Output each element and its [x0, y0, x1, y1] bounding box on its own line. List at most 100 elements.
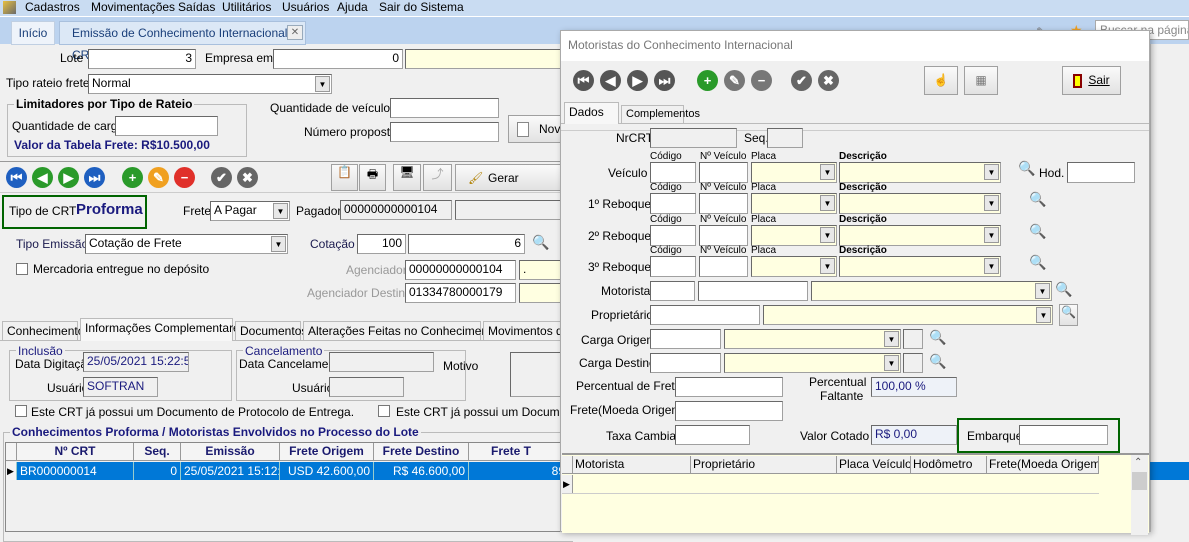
frete-select[interactable]: A Pagar ▼	[210, 201, 290, 221]
pointer-button[interactable]: ☝	[924, 66, 958, 95]
chevron-down-icon[interactable]: ▼	[820, 258, 835, 274]
chevron-down-icon[interactable]: ▼	[984, 258, 999, 274]
search-icon[interactable]: 🔍	[1029, 191, 1046, 208]
hodometro-input[interactable]	[1067, 162, 1135, 183]
col-seq[interactable]: Seq.	[134, 443, 181, 461]
first-record-icon[interactable]: ⏮	[573, 70, 594, 91]
reboque-3-codigo-input[interactable]	[650, 256, 696, 277]
motorista-code-input[interactable]	[650, 281, 695, 301]
frete-moeda-input[interactable]	[675, 401, 783, 421]
search-icon[interactable]: 🔍	[929, 329, 946, 346]
col-proprietario[interactable]: Proprietário	[691, 456, 837, 474]
last-record-icon[interactable]: ⏭	[654, 70, 675, 91]
rateio-select[interactable]: Normal ▼	[88, 74, 332, 94]
chevron-down-icon[interactable]: ▼	[984, 195, 999, 211]
reboque-1-descricao-select[interactable]: ▼	[839, 193, 1001, 214]
menu-saidas[interactable]: Saídas	[178, 0, 215, 14]
tab-informacoes-complementares[interactable]: Informações Complementares	[80, 318, 246, 341]
reboque-1-placa-select[interactable]: ▼	[751, 193, 837, 214]
add-icon[interactable]: +	[122, 167, 143, 188]
proprietario-search-button[interactable]: 🔍	[1059, 304, 1078, 326]
next-record-icon[interactable]: ▶	[627, 70, 648, 91]
col-frete-origem[interactable]: Frete Origem	[280, 443, 374, 461]
add-icon[interactable]: +	[697, 70, 718, 91]
veiculo-codigo-input[interactable]	[650, 162, 696, 183]
col-frete-destino[interactable]: Frete Destino	[374, 443, 469, 461]
first-record-icon[interactable]: ⏮	[6, 167, 27, 188]
tab-complementos[interactable]: Complementos	[621, 105, 700, 123]
reboque-3-placa-select[interactable]: ▼	[751, 256, 837, 277]
col-hodometro[interactable]: Hodômetro	[911, 456, 987, 474]
perc-frete-input[interactable]	[675, 377, 783, 397]
motorista-doc-input[interactable]	[698, 281, 808, 301]
tab-inicio[interactable]: Início	[11, 21, 55, 45]
chevron-down-icon[interactable]: ▼	[271, 236, 286, 252]
mercadoria-checkbox[interactable]	[16, 263, 28, 275]
tab-dados[interactable]: Dados	[564, 102, 619, 124]
scroll-up-icon[interactable]: ⌃	[1134, 457, 1142, 468]
protocolo-checkbox[interactable]	[15, 405, 27, 417]
confirm-icon[interactable]: ✔	[791, 70, 812, 91]
chevron-down-icon[interactable]: ▼	[315, 76, 330, 92]
close-tab-icon[interactable]: ✕	[287, 25, 303, 40]
chevron-down-icon[interactable]: ▼	[273, 203, 288, 219]
reboque-3-descricao-select[interactable]: ▼	[839, 256, 1001, 277]
embarque-input[interactable]	[1019, 425, 1108, 445]
cancel-icon[interactable]: ✖	[818, 70, 839, 91]
chevron-down-icon[interactable]: ▼	[1035, 283, 1050, 299]
last-record-icon[interactable]: ⏭	[84, 167, 105, 188]
export-button[interactable]: 📋	[331, 164, 358, 191]
menu-usuarios[interactable]: Usuários	[282, 0, 329, 14]
sair-button[interactable]: Sair	[1062, 66, 1121, 95]
search-icon[interactable]: 🔍	[1018, 160, 1035, 177]
carga-destino-select[interactable]: ▼	[724, 353, 901, 373]
tab-crt[interactable]: Emissão de Conhecimento Internacional - …	[59, 21, 306, 62]
reboque-2-nveiculo-input[interactable]	[699, 225, 748, 246]
menu-sair[interactable]: Sair do Sistema	[379, 0, 464, 14]
agenciador-destino-field[interactable]: 01334780000179	[405, 283, 516, 303]
taxa-cambial-input[interactable]	[675, 425, 750, 445]
reboque-3-nveiculo-input[interactable]	[699, 256, 748, 277]
tab-conhecimento[interactable]: Conhecimento	[2, 321, 84, 340]
chevron-down-icon[interactable]: ▼	[820, 227, 835, 243]
disabled-button[interactable]: ⤴	[423, 164, 452, 191]
veiculo-nveiculo-input[interactable]	[699, 162, 748, 183]
cotacao-input[interactable]: 100	[357, 234, 406, 254]
agenciador-field[interactable]: 00000000000104	[405, 260, 516, 280]
chevron-down-icon[interactable]: ▼	[984, 227, 999, 243]
tipo-emissao-select[interactable]: Cotação de Frete ▼	[85, 234, 288, 254]
search-icon[interactable]: 🔍	[929, 353, 946, 370]
tab-movimentos[interactable]: Movimentos de	[483, 321, 569, 340]
lote-input[interactable]: 3	[88, 49, 196, 69]
confirm-icon[interactable]: ✔	[211, 167, 232, 188]
proprietario-select[interactable]: ▼	[763, 305, 1053, 325]
search-icon[interactable]: 🔍	[1029, 223, 1046, 240]
veiculo-placa-select[interactable]: ▼	[751, 162, 837, 183]
novo-button[interactable]: Nov	[508, 115, 568, 143]
carga-destino-code-input[interactable]	[650, 353, 721, 373]
documento-checkbox[interactable]	[378, 405, 390, 417]
tab-alteracoes[interactable]: Alterações Feitas no Conhecimento	[303, 321, 498, 340]
delete-icon[interactable]: −	[751, 70, 772, 91]
reboque-1-nveiculo-input[interactable]	[699, 193, 748, 214]
monitor-button[interactable]: 🖥	[393, 164, 421, 191]
carga-origem-code-input[interactable]	[650, 329, 721, 349]
reboque-2-codigo-input[interactable]	[650, 225, 696, 246]
menu-cadastros[interactable]: Cadastros	[25, 0, 80, 14]
qtd-cargas-input[interactable]	[115, 116, 218, 136]
chevron-down-icon[interactable]: ▼	[820, 164, 835, 180]
next-record-icon[interactable]: ▶	[58, 167, 79, 188]
carga-origem-select[interactable]: ▼	[724, 329, 901, 349]
table-row[interactable]: ▶	[562, 475, 1099, 494]
num-proposta-input[interactable]	[390, 122, 499, 142]
menu-ajuda[interactable]: Ajuda	[337, 0, 368, 14]
scroll-thumb[interactable]	[1132, 472, 1147, 490]
col-motorista[interactable]: Motorista	[573, 456, 691, 474]
proprietario-code-input[interactable]	[650, 305, 760, 325]
chevron-down-icon[interactable]: ▼	[820, 195, 835, 211]
search-icon[interactable]: 🔍	[1055, 281, 1072, 298]
cotacao-seq-input[interactable]: 6	[408, 234, 525, 254]
delete-icon[interactable]: −	[174, 167, 195, 188]
previous-record-icon[interactable]: ◀	[32, 167, 53, 188]
edit-icon[interactable]: ✎	[148, 167, 169, 188]
